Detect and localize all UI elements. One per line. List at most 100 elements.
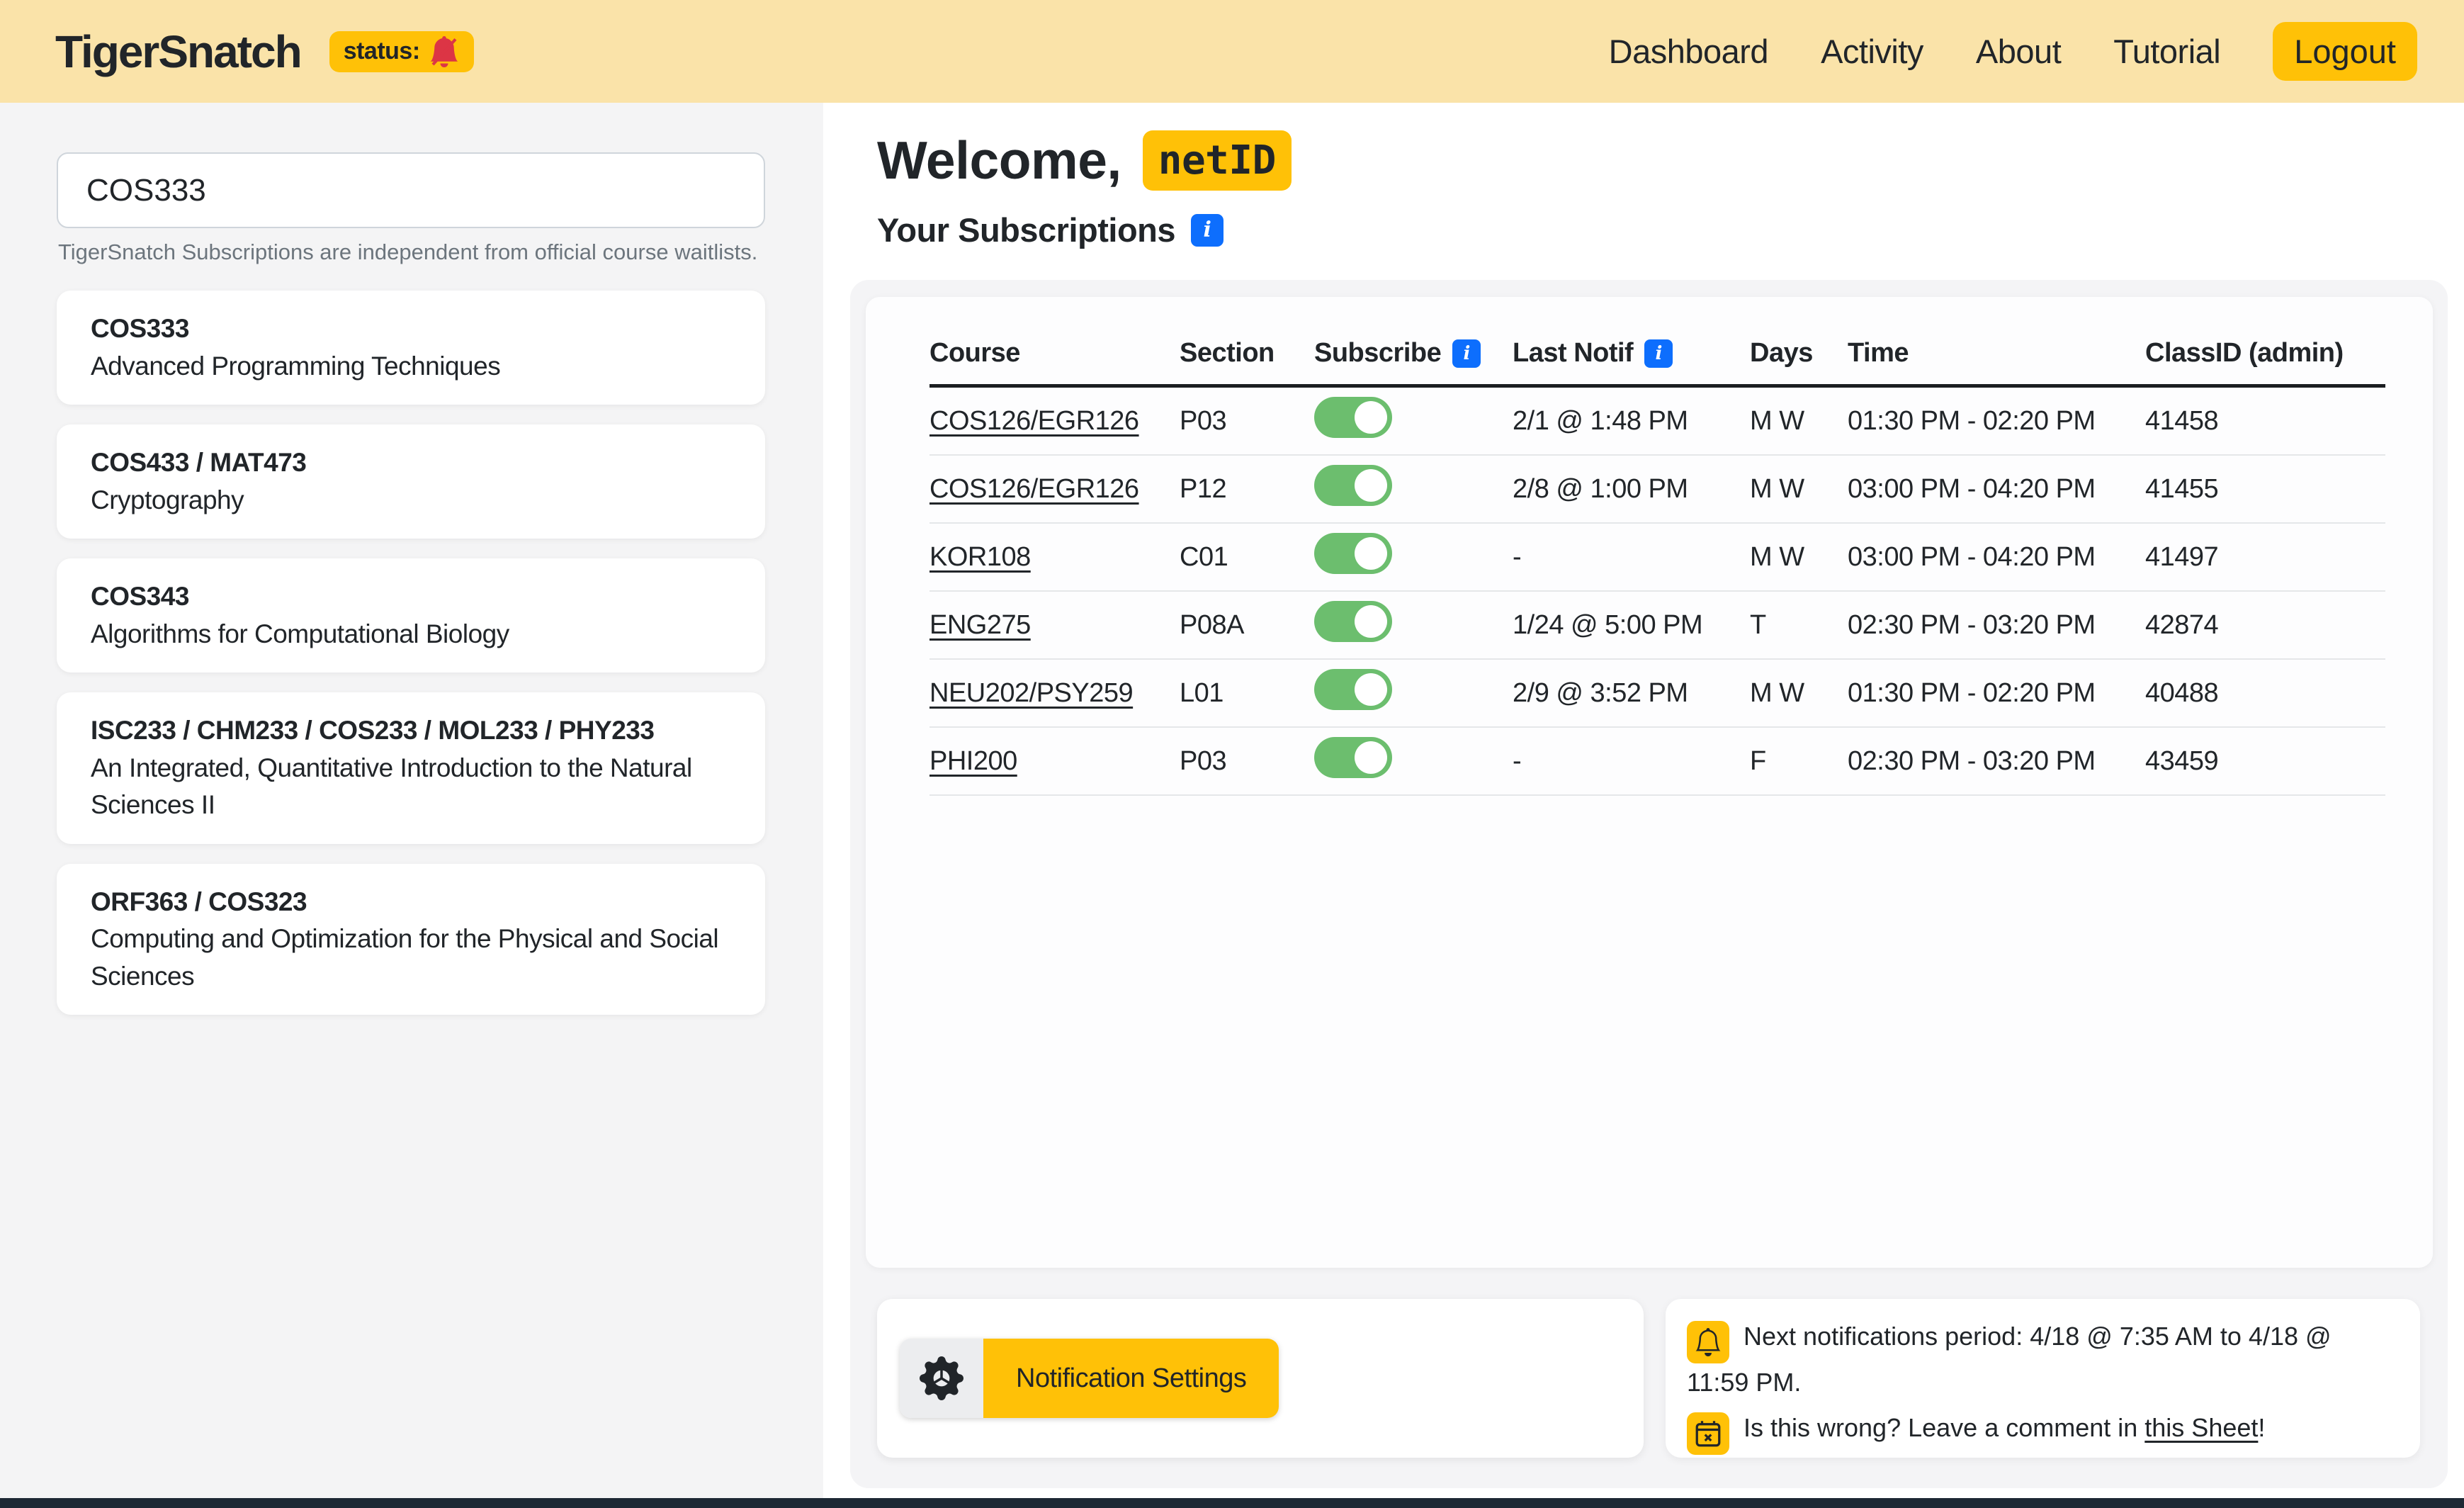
top-header-bar: TigerSnatch status: Dashboard Activity A…: [0, 0, 2464, 103]
subscribe-toggle[interactable]: [1314, 601, 1392, 642]
section-cell: C01: [1180, 542, 1314, 573]
dashboard-main: Welcome, netID Your Subscriptions i Cour…: [823, 103, 2464, 1498]
section-cell: P03: [1180, 746, 1314, 777]
subscribe-toggle[interactable]: [1314, 397, 1392, 438]
course-code: COS343: [91, 578, 731, 616]
classid-cell: 40488: [2145, 678, 2385, 709]
time-cell: 01:30 PM - 02:20 PM: [1848, 678, 2145, 709]
table-row: KOR108 C01 - M W 03:00 PM - 04:20 PM 414…: [929, 524, 2385, 592]
course-title: Computing and Optimization for the Physi…: [91, 921, 731, 995]
welcome-heading: Welcome, netID: [877, 130, 1292, 191]
subscriptions-title: Your Subscriptions i: [877, 210, 1223, 249]
toggle-knob: [1355, 469, 1387, 502]
col-course: Course: [929, 338, 1180, 368]
notification-settings-label: Notification Settings: [983, 1339, 1279, 1418]
days-cell: F: [1750, 746, 1848, 777]
toggle-knob: [1355, 741, 1387, 774]
subscriptions-panel: Course Section Subscribe i Last Notif i …: [850, 280, 2448, 1488]
toggle-knob: [1355, 605, 1387, 638]
table-row: ENG275 P08A 1/24 @ 5:00 PM T 02:30 PM - …: [929, 592, 2385, 660]
days-cell: M W: [1750, 406, 1848, 437]
section-cell: P03: [1180, 406, 1314, 437]
course-title: An Integrated, Quantitative Introduction…: [91, 750, 731, 824]
col-section: Section: [1180, 338, 1314, 368]
last-notif-cell: 2/8 @ 1:00 PM: [1513, 474, 1750, 505]
col-days: Days: [1750, 338, 1848, 368]
table-row: PHI200 P03 - F 02:30 PM - 03:20 PM 43459: [929, 728, 2385, 796]
next-period-text: Next notifications period: 4/18 @ 7:35 A…: [1687, 1322, 2332, 1397]
toggle-knob: [1355, 673, 1387, 706]
days-cell: M W: [1750, 542, 1848, 573]
bell-slash-icon: [429, 36, 460, 67]
welcome-text: Welcome,: [877, 130, 1121, 191]
days-cell: M W: [1750, 678, 1848, 709]
toggle-knob: [1355, 401, 1387, 434]
sheet-link[interactable]: this Sheet: [2144, 1413, 2258, 1442]
comment-prefix: Is this wrong? Leave a comment in: [1744, 1413, 2144, 1442]
course-title: Advanced Programming Techniques: [91, 348, 731, 386]
subscribe-toggle[interactable]: [1314, 465, 1392, 506]
logout-button[interactable]: Logout: [2273, 22, 2417, 81]
course-link[interactable]: ENG275: [929, 610, 1180, 641]
subscribe-toggle[interactable]: [1314, 737, 1392, 778]
time-cell: 03:00 PM - 04:20 PM: [1848, 542, 2145, 573]
section-cell: P12: [1180, 474, 1314, 505]
section-cell: L01: [1180, 678, 1314, 709]
time-cell: 02:30 PM - 03:20 PM: [1848, 610, 2145, 641]
course-link[interactable]: COS126/EGR126: [929, 406, 1180, 437]
nav-activity[interactable]: Activity: [1821, 32, 1923, 71]
col-subscribe-label: Subscribe: [1314, 338, 1441, 368]
course-code: COS433 / MAT473: [91, 444, 731, 482]
table-row: COS126/EGR126 P12 2/8 @ 1:00 PM M W 03:0…: [929, 456, 2385, 524]
course-search-input[interactable]: [57, 152, 765, 228]
nav-tutorial[interactable]: Tutorial: [2113, 32, 2220, 71]
table-header-row: Course Section Subscribe i Last Notif i …: [929, 322, 2385, 388]
days-cell: T: [1750, 610, 1848, 641]
course-link[interactable]: PHI200: [929, 746, 1180, 777]
info-icon[interactable]: i: [1452, 339, 1481, 368]
course-code: ORF363 / COS323: [91, 884, 731, 921]
subscriptions-title-text: Your Subscriptions: [877, 210, 1175, 249]
col-last-notif: Last Notif i: [1513, 338, 1750, 368]
time-cell: 02:30 PM - 03:20 PM: [1848, 746, 2145, 777]
app-logo: TigerSnatch: [55, 26, 301, 78]
subscribe-toggle[interactable]: [1314, 669, 1392, 710]
last-notif-cell: -: [1513, 746, 1750, 777]
info-icon[interactable]: i: [1191, 214, 1223, 247]
classid-cell: 41455: [2145, 474, 2385, 505]
toggle-knob: [1355, 537, 1387, 570]
col-time: Time: [1848, 338, 2145, 368]
nav-about[interactable]: About: [1976, 32, 2061, 71]
notifications-period-card: Next notifications period: 4/18 @ 7:35 A…: [1666, 1299, 2420, 1458]
bottom-dark-bar: [0, 1498, 2464, 1508]
next-period-line: Next notifications period: 4/18 @ 7:35 A…: [1687, 1317, 2399, 1402]
gear-icon: [900, 1339, 983, 1418]
course-link[interactable]: COS126/EGR126: [929, 474, 1180, 505]
last-notif-cell: 2/9 @ 3:52 PM: [1513, 678, 1750, 709]
course-result-card[interactable]: ISC233 / CHM233 / COS233 / MOL233 / PHY2…: [57, 692, 765, 844]
classid-cell: 41497: [2145, 542, 2385, 573]
course-result-card[interactable]: ORF363 / COS323 Computing and Optimizati…: [57, 864, 765, 1015]
course-link[interactable]: NEU202/PSY259: [929, 678, 1180, 709]
table-row: COS126/EGR126 P03 2/1 @ 1:48 PM M W 01:3…: [929, 388, 2385, 456]
info-icon[interactable]: i: [1644, 339, 1673, 368]
notification-settings-button[interactable]: Notification Settings: [900, 1339, 1279, 1418]
course-link[interactable]: KOR108: [929, 542, 1180, 573]
classid-cell: 41458: [2145, 406, 2385, 437]
notification-settings-card: Notification Settings: [877, 1299, 1644, 1458]
course-search-sidebar: TigerSnatch Subscriptions are independen…: [0, 103, 823, 1498]
classid-cell: 42874: [2145, 610, 2385, 641]
last-notif-cell: 2/1 @ 1:48 PM: [1513, 406, 1750, 437]
status-badge: status:: [329, 31, 474, 72]
course-result-card[interactable]: COS333 Advanced Programming Techniques: [57, 291, 765, 405]
last-notif-cell: -: [1513, 542, 1750, 573]
last-notif-cell: 1/24 @ 5:00 PM: [1513, 610, 1750, 641]
time-cell: 01:30 PM - 02:20 PM: [1848, 406, 2145, 437]
course-result-card[interactable]: COS433 / MAT473 Cryptography: [57, 424, 765, 539]
calendar-x-icon: [1687, 1412, 1729, 1455]
bell-icon: [1687, 1321, 1729, 1363]
subscribe-toggle[interactable]: [1314, 533, 1392, 574]
nav-dashboard[interactable]: Dashboard: [1609, 32, 1768, 71]
course-code: ISC233 / CHM233 / COS233 / MOL233 / PHY2…: [91, 712, 731, 750]
course-result-card[interactable]: COS343 Algorithms for Computational Biol…: [57, 558, 765, 673]
